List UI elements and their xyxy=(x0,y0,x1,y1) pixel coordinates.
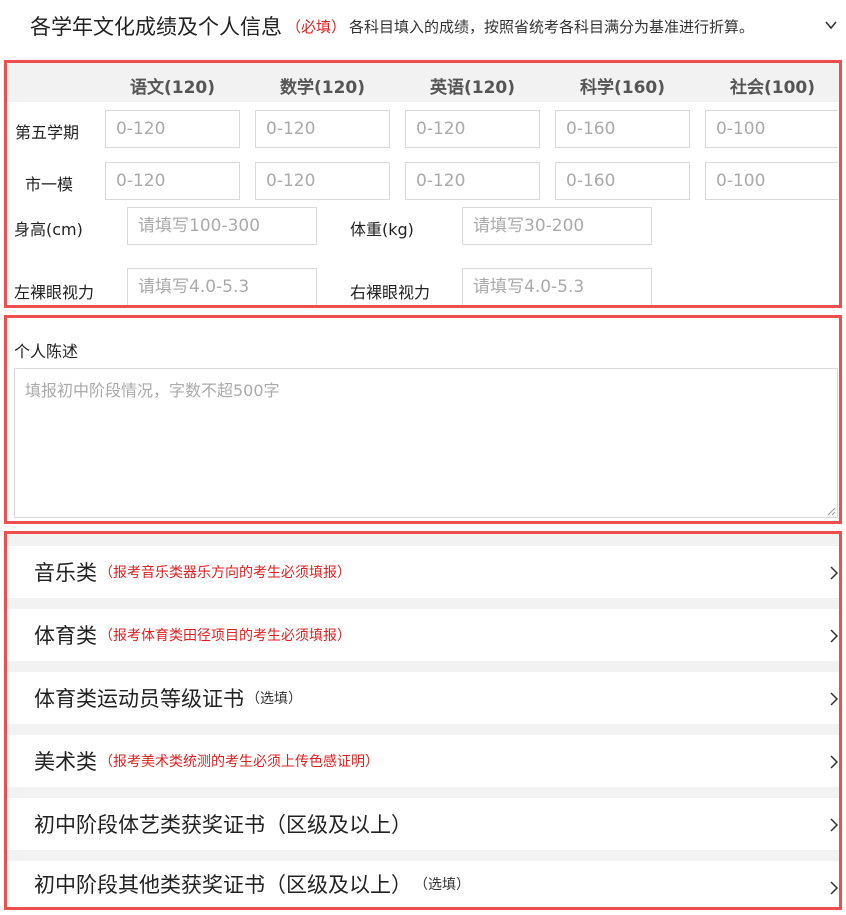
column-header-society: 社会(100) xyxy=(730,78,816,98)
category-row-arts-sports-awards[interactable]: 初中阶段体艺类获奖证书（区级及以上） xyxy=(7,798,839,850)
chevron-right-icon xyxy=(830,881,839,895)
height-label: 身高(cm) xyxy=(14,220,83,239)
category-gap xyxy=(7,724,839,735)
category-gap xyxy=(7,850,839,861)
score-input-mock1-math[interactable]: 0-120 xyxy=(255,162,390,200)
column-header-english: 英语(120) xyxy=(430,78,516,98)
statement-textarea[interactable]: 填报初中阶段情况，字数不超500字 xyxy=(14,368,838,518)
category-note: （选填） xyxy=(246,691,302,707)
category-gap xyxy=(7,534,839,546)
score-input-semester5-english[interactable]: 0-120 xyxy=(405,110,540,148)
required-mark: （必填） xyxy=(286,17,347,36)
category-name: 美术类 xyxy=(34,750,97,774)
column-header-chinese: 语文(120) xyxy=(130,78,216,98)
section-description: 各科目填入的成绩，按照省统考各科目满分为基准进行折算。 xyxy=(349,17,755,36)
statement-label: 个人陈述 xyxy=(14,342,79,361)
category-row-other-awards[interactable]: 初中阶段其他类获奖证书（区级及以上） （选填） xyxy=(7,861,839,907)
chevron-right-icon xyxy=(830,629,839,643)
score-input-mock1-science[interactable]: 0-160 xyxy=(555,162,690,200)
category-name: 初中阶段其他类获奖证书（区级及以上） xyxy=(34,873,412,897)
category-row-art[interactable]: 美术类 （报考美术类统测的考生必须上传色感证明） xyxy=(7,735,839,787)
chevron-right-icon xyxy=(830,566,839,580)
section-title: 各学年文化成绩及个人信息 xyxy=(30,15,282,39)
weight-label: 体重(kg) xyxy=(350,220,414,239)
chevron-down-icon[interactable] xyxy=(824,18,838,32)
category-note: （选填） xyxy=(414,877,470,893)
score-input-semester5-society[interactable]: 0-100 xyxy=(705,110,838,148)
chevron-right-icon xyxy=(830,692,839,706)
category-gap xyxy=(7,661,839,672)
category-gap xyxy=(7,787,839,798)
statement-placeholder: 填报初中阶段情况，字数不超500字 xyxy=(25,381,280,400)
category-gap xyxy=(7,598,839,609)
category-note: （报考美术类统测的考生必须上传色感证明） xyxy=(99,754,379,770)
score-input-semester5-math[interactable]: 0-120 xyxy=(255,110,390,148)
right-eye-label: 右裸眼视力 xyxy=(350,283,431,302)
row-label-semester5: 第五学期 xyxy=(15,123,80,142)
category-note: （报考体育类田径项目的考生必须填报） xyxy=(99,628,351,644)
score-input-semester5-science[interactable]: 0-160 xyxy=(555,110,690,148)
row-label-mock1: 市一模 xyxy=(25,175,74,194)
category-name: 初中阶段体艺类获奖证书（区级及以上） xyxy=(34,813,412,837)
category-note: （报考音乐类器乐方向的考生必须填报） xyxy=(99,565,351,581)
height-input[interactable]: 请填写100-300 xyxy=(127,207,317,245)
column-header-science: 科学(160) xyxy=(580,78,666,98)
chevron-right-icon xyxy=(830,818,839,832)
score-input-mock1-society[interactable]: 0-100 xyxy=(705,162,838,200)
section-header[interactable]: 各学年文化成绩及个人信息 （必填） 各科目填入的成绩，按照省统考各科目满分为基准… xyxy=(0,0,846,52)
category-row-athlete-certificate[interactable]: 体育类运动员等级证书 （选填） xyxy=(7,672,839,724)
weight-input[interactable]: 请填写30-200 xyxy=(462,207,652,245)
category-name: 音乐类 xyxy=(34,561,97,585)
category-name: 体育类运动员等级证书 xyxy=(34,687,244,711)
category-row-sports[interactable]: 体育类 （报考体育类田径项目的考生必须填报） xyxy=(7,609,839,661)
right-eye-input[interactable]: 请填写4.0-5.3 xyxy=(462,268,652,305)
left-eye-input[interactable]: 请填写4.0-5.3 xyxy=(127,268,317,305)
category-row-music[interactable]: 音乐类 （报考音乐类器乐方向的考生必须填报） xyxy=(7,546,839,598)
chevron-right-icon xyxy=(830,755,839,769)
resize-grip-icon[interactable] xyxy=(826,506,836,516)
score-input-semester5-chinese[interactable]: 0-120 xyxy=(105,110,240,148)
left-eye-label: 左裸眼视力 xyxy=(14,283,95,302)
category-name: 体育类 xyxy=(34,624,97,648)
score-input-mock1-english[interactable]: 0-120 xyxy=(405,162,540,200)
grade-table-header: 语文(120) 数学(120) 英语(120) 科学(160) 社会(100) xyxy=(7,63,839,102)
column-header-math: 数学(120) xyxy=(280,78,366,98)
score-input-mock1-chinese[interactable]: 0-120 xyxy=(105,162,240,200)
